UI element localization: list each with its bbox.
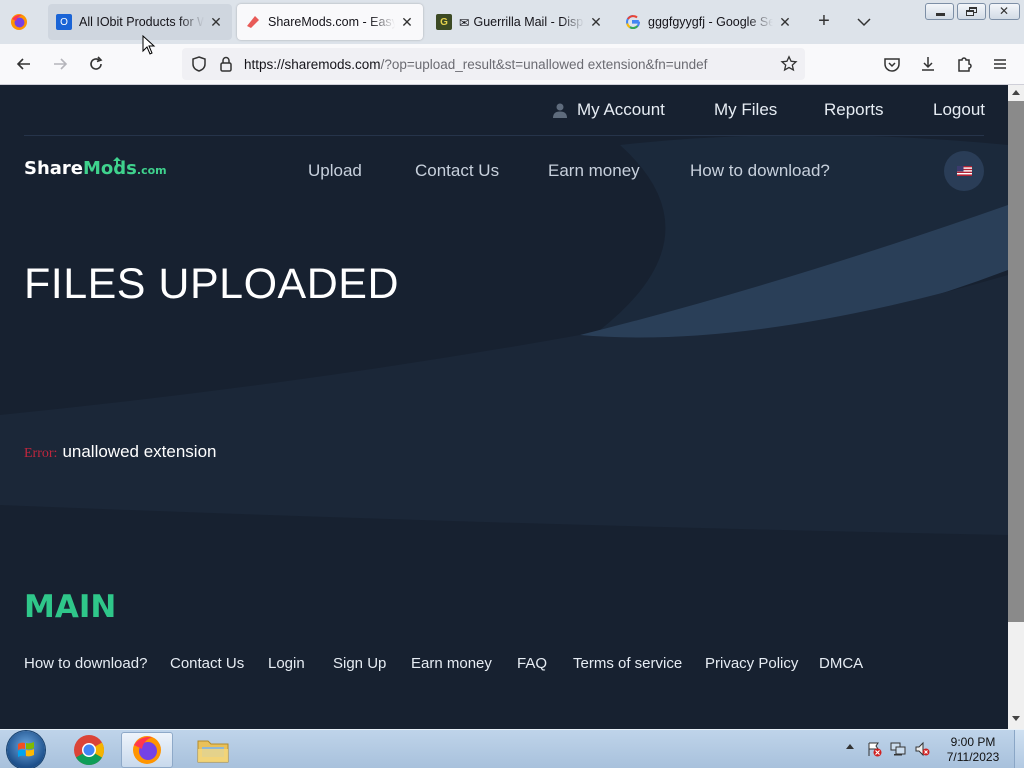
taskbar-firefox[interactable]: [121, 732, 173, 768]
tab-google[interactable]: gggfgyygfj - Google Sear ✕: [617, 4, 801, 40]
url-host: https://sharemods.com: [244, 57, 381, 72]
scroll-down-arrow-icon[interactable]: [1012, 716, 1020, 721]
show-hidden-icons-arrow-icon[interactable]: [846, 744, 854, 749]
lock-icon[interactable]: [218, 55, 234, 73]
logout-label[interactable]: Logout: [933, 100, 985, 120]
footer-link-how-to-download[interactable]: How to download?: [24, 655, 147, 672]
tab-title: Guerrilla Mail - Dispos: [473, 15, 584, 29]
firefox-icon: [133, 736, 161, 764]
footer-link-login[interactable]: Login: [268, 655, 305, 672]
reload-icon[interactable]: [86, 54, 106, 74]
speaker-muted-icon[interactable]: [914, 741, 930, 757]
logo-share: Share: [24, 158, 84, 179]
hamburger-menu-icon[interactable]: [990, 54, 1010, 74]
taskbar-chrome[interactable]: [63, 732, 115, 768]
tab-title: All IObit Products for Wi: [79, 15, 204, 29]
my-account-label[interactable]: My Account: [577, 100, 665, 120]
network-icon[interactable]: [890, 741, 906, 757]
header-divider: [24, 135, 984, 136]
footer-link-contact-us[interactable]: Contact Us: [170, 655, 244, 672]
my-account-link[interactable]: My Account: [552, 100, 665, 120]
taskbar-file-explorer[interactable]: [187, 732, 239, 768]
footer-link-terms-of-service[interactable]: Terms of service: [573, 655, 682, 672]
footer-link-earn-money[interactable]: Earn money: [411, 655, 492, 672]
address-bar[interactable]: https://sharemods.com/?op=upload_result&…: [182, 48, 805, 80]
my-files-label[interactable]: My Files: [714, 100, 777, 120]
logo-com: .com: [136, 164, 167, 177]
tab-guerrilla-mail[interactable]: G ✉ Guerrilla Mail - Dispos ✕: [428, 4, 612, 40]
new-tab-icon[interactable]: +: [814, 10, 834, 33]
sharemods-logo[interactable]: ShareMods.com: [24, 158, 167, 179]
page-content: My Account My Files Reports Logout Share…: [0, 85, 1008, 729]
sharemods-icon: [245, 14, 261, 30]
tab-sharemods[interactable]: ShareMods.com - Easy w ✕: [237, 4, 423, 40]
user-icon: [553, 103, 567, 118]
firefox-menu-icon[interactable]: [10, 13, 28, 31]
scroll-up-arrow-icon[interactable]: [1012, 90, 1020, 95]
minimize-window-button[interactable]: [925, 3, 954, 20]
chrome-icon: [74, 735, 105, 766]
mail-icon: ✉: [459, 15, 470, 30]
error-label: Error:: [24, 446, 58, 461]
my-files-link[interactable]: My Files: [714, 100, 777, 120]
clock-time: 9:00 PM: [950, 735, 996, 749]
close-tab-icon[interactable]: ✕: [588, 14, 604, 31]
forward-icon[interactable]: [50, 54, 70, 74]
windows-taskbar: 9:00 PM 7/11/2023: [0, 729, 1024, 768]
language-selector-button[interactable]: [944, 151, 984, 191]
background-wave-decoration: [0, 85, 1008, 729]
page-title: FILES UPLOADED: [24, 260, 399, 308]
list-all-tabs-icon[interactable]: [854, 12, 874, 32]
restore-window-button[interactable]: [957, 3, 986, 20]
nav-how-to-download[interactable]: How to download?: [690, 161, 830, 181]
downloads-icon[interactable]: [918, 54, 938, 74]
logo-mods: Mods: [83, 158, 137, 179]
url-path: /?op=upload_result&st=unallowed extensio…: [380, 57, 708, 72]
logout-link[interactable]: Logout: [933, 100, 985, 120]
footer-link-faq[interactable]: FAQ: [517, 655, 547, 672]
upload-error-message: Error: unallowed extension: [24, 442, 217, 462]
tab-title: ShareMods.com - Easy w: [268, 15, 395, 29]
footer-main-heading: MAIN: [24, 589, 117, 625]
iobit-icon: O: [56, 14, 72, 30]
action-center-flag-icon[interactable]: [866, 741, 882, 757]
mouse-cursor-icon: [142, 35, 156, 55]
tab-title: gggfgyygfj - Google Sear: [648, 15, 773, 29]
account-nav: My Account My Files Reports Logout: [0, 100, 1008, 122]
guerrilla-mail-icon: G: [436, 14, 452, 30]
footer-link-dmca[interactable]: DMCA: [819, 655, 863, 672]
back-icon[interactable]: [14, 54, 34, 74]
nav-earn-money[interactable]: Earn money: [548, 161, 640, 181]
close-tab-icon[interactable]: ✕: [208, 14, 224, 31]
error-text: unallowed extension: [62, 442, 217, 461]
footer-link-sign-up[interactable]: Sign Up: [333, 655, 386, 672]
tracking-protection-shield-icon[interactable]: [190, 55, 208, 73]
windows-logo-icon: [18, 742, 34, 757]
close-tab-icon[interactable]: ✕: [399, 14, 415, 31]
scrollbar-thumb[interactable]: [1008, 101, 1024, 622]
nav-contact-us[interactable]: Contact Us: [415, 161, 499, 181]
logo-arrow-icon: [113, 157, 121, 167]
google-icon: [625, 14, 641, 30]
close-window-button[interactable]: ✕: [989, 3, 1020, 20]
tab-iobit[interactable]: O All IObit Products for Wi ✕: [48, 4, 232, 40]
clock-date: 7/11/2023: [946, 750, 1000, 764]
reports-link[interactable]: Reports: [824, 100, 884, 120]
close-tab-icon[interactable]: ✕: [777, 14, 793, 31]
footer-link-privacy-policy[interactable]: Privacy Policy: [705, 655, 798, 672]
pocket-icon[interactable]: [882, 54, 902, 74]
reports-label[interactable]: Reports: [824, 100, 884, 120]
extensions-icon[interactable]: [954, 54, 974, 74]
nav-upload[interactable]: Upload: [308, 161, 362, 181]
folder-icon: [197, 740, 229, 763]
url-text[interactable]: https://sharemods.com/?op=upload_result&…: [244, 57, 764, 72]
show-desktop-button[interactable]: [1014, 730, 1024, 768]
start-button[interactable]: [7, 731, 45, 768]
system-clock[interactable]: 9:00 PM 7/11/2023: [934, 735, 1012, 765]
bookmark-star-icon[interactable]: [780, 55, 798, 73]
us-flag-icon: [956, 166, 972, 176]
